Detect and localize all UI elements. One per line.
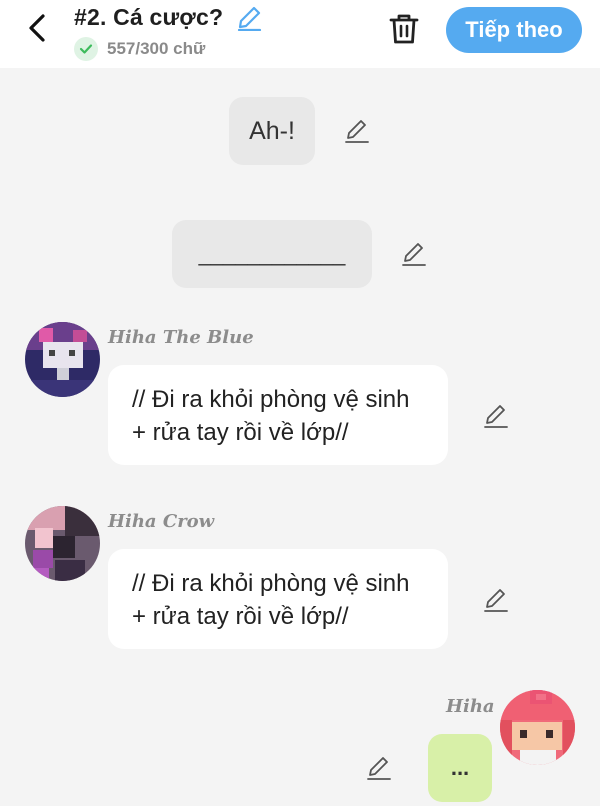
edit-message-button[interactable] [482,586,510,614]
my-message-bubble[interactable]: ... [428,734,492,802]
check-icon [74,37,98,61]
pencil-icon [367,757,391,780]
delete-button[interactable] [388,12,420,46]
narration-bubble[interactable]: ____________ [172,220,372,288]
avatar-image [25,322,100,397]
edit-title-button[interactable] [236,5,262,32]
word-count-text: 557/300 chữ [107,39,206,58]
character-avatar[interactable] [25,322,100,397]
avatar-image [25,506,100,581]
message-bubble[interactable]: // Đi ra khỏi phòng vệ sinh + rửa tay rồ… [108,549,448,649]
character-name: Hiha The Blue [108,327,254,348]
edit-message-button[interactable] [400,240,428,268]
character-name: Hiha Crow [108,511,215,532]
chapter-title: #2. Cá cược? [74,4,224,30]
pencil-icon [345,120,369,143]
back-button[interactable] [22,12,54,44]
chevron-left-icon [29,14,45,42]
edit-message-button[interactable] [343,117,371,145]
edit-message-button[interactable] [482,402,510,430]
top-bar: #2. Cá cược? 557/300 chữ Tiếp theo [0,0,600,68]
message-bubble[interactable]: // Đi ra khỏi phòng vệ sinh + rửa tay rồ… [108,365,448,465]
my-character-name: Hiha [446,696,495,717]
pencil-icon [484,589,508,612]
word-counter: 557/300 chữ [74,37,205,61]
edit-message-button[interactable] [365,754,393,782]
pencil-icon [237,6,262,32]
trash-icon [389,14,419,44]
pencil-icon [402,243,426,266]
next-button[interactable]: Tiếp theo [446,7,582,53]
character-avatar[interactable] [25,506,100,581]
avatar-image [500,690,575,765]
narration-bubble[interactable]: Ah-! [229,97,315,165]
pencil-icon [484,405,508,428]
my-avatar[interactable] [500,690,575,765]
